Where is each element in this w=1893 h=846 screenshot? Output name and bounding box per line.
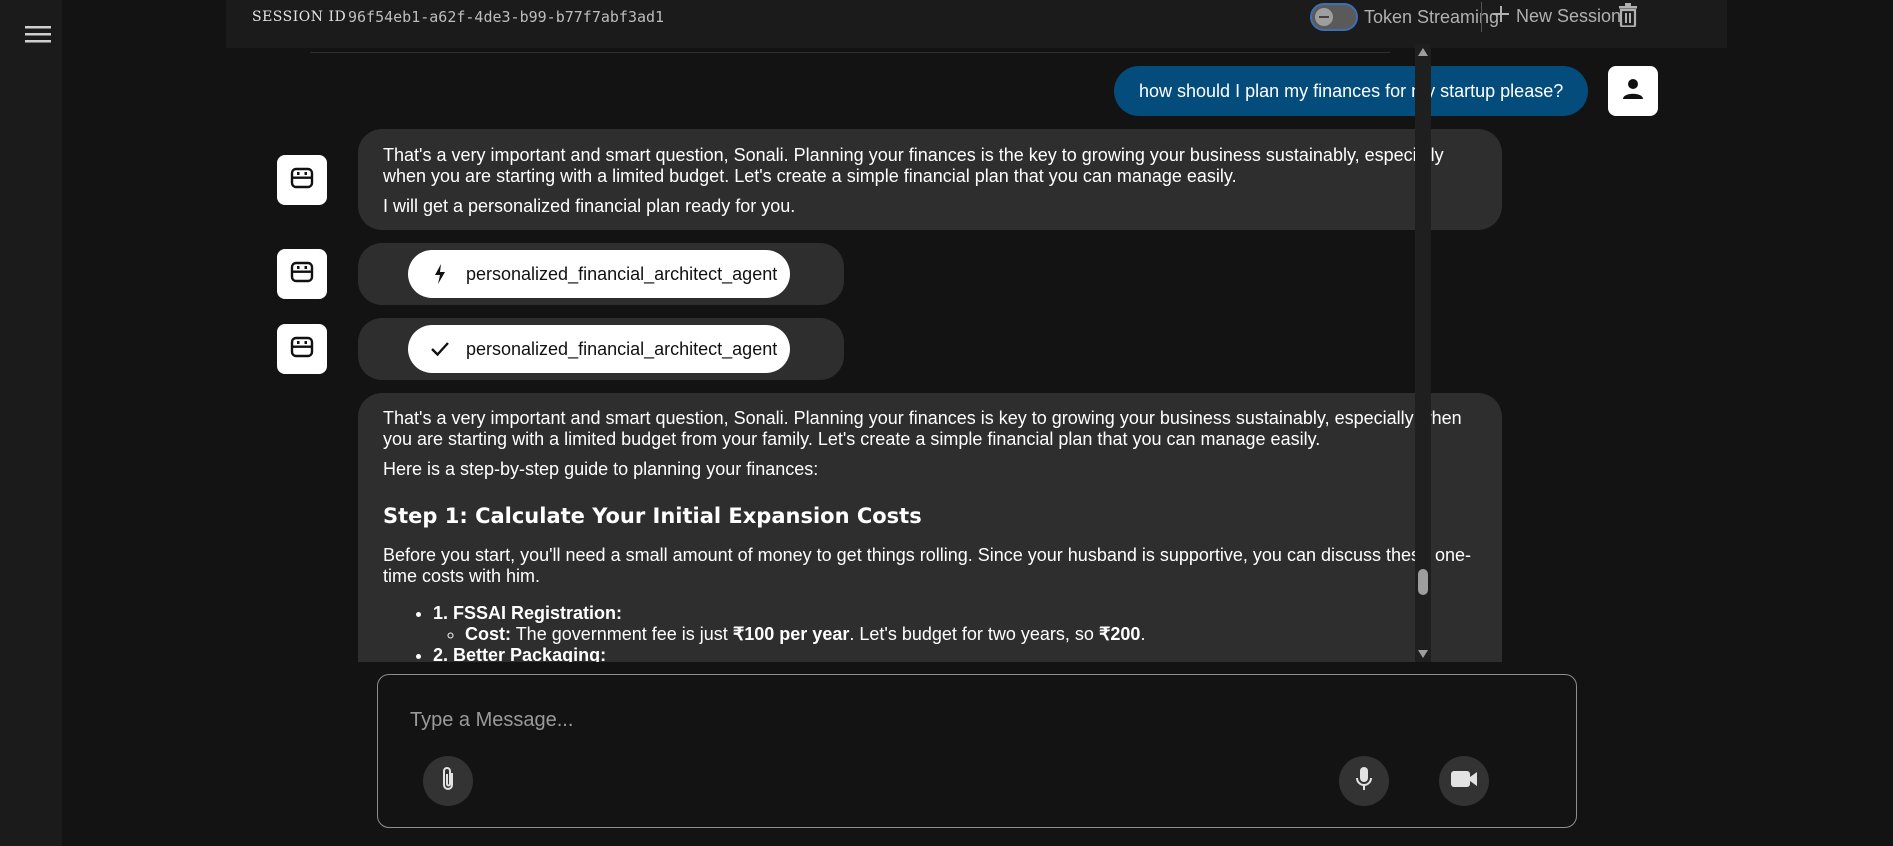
list-item: 1. FSSAI Registration: Cost: The governm… (433, 603, 1477, 645)
chat-scroll-viewport: That's a very important and smart questi… (0, 0, 1893, 662)
message-input[interactable] (410, 705, 1510, 735)
bot-message-text: That's a very important and smart questi… (383, 408, 1462, 449)
step-heading: Step 1: Calculate Your Initial Expansion… (383, 504, 922, 528)
bot-message-text: Before you start, you'll need a small am… (383, 545, 1472, 586)
paperclip-icon (440, 765, 456, 798)
scrollbar-thumb[interactable] (1418, 569, 1428, 595)
cost-amount: ₹100 per year (732, 624, 850, 644)
cost-text: . Let's budget for two years, so (849, 624, 1094, 644)
list-item: 2. Better Packaging: (433, 645, 1477, 662)
list-item-title: 1. FSSAI Registration: (433, 603, 623, 623)
scroll-up-arrow-icon[interactable] (1418, 48, 1428, 56)
chat-scrollbar[interactable] (1415, 44, 1431, 662)
cost-text: . (1140, 624, 1146, 644)
scroll-down-arrow-icon[interactable] (1418, 650, 1428, 658)
video-camera-icon (1450, 769, 1478, 794)
message-composer (377, 674, 1577, 828)
cost-label: Cost: (465, 624, 511, 644)
microphone-button[interactable] (1339, 756, 1389, 806)
bot-message-bubble: That's a very important and smart questi… (358, 393, 1502, 662)
sub-list: Cost: The government fee is just ₹100 pe… (465, 624, 1477, 645)
list-item: Cost: The government fee is just ₹100 pe… (465, 624, 1477, 645)
video-button[interactable] (1439, 756, 1489, 806)
microphone-icon (1355, 766, 1373, 797)
list-item-title: 2. Better Packaging: (433, 645, 607, 662)
bot-message-text: Here is a step-by-step guide to planning… (383, 459, 819, 479)
cost-text: The government fee is just (515, 624, 728, 644)
cost-amount: ₹200 (1098, 624, 1141, 644)
cost-list: 1. FSSAI Registration: Cost: The governm… (433, 603, 1477, 662)
attach-button[interactable] (423, 756, 473, 806)
